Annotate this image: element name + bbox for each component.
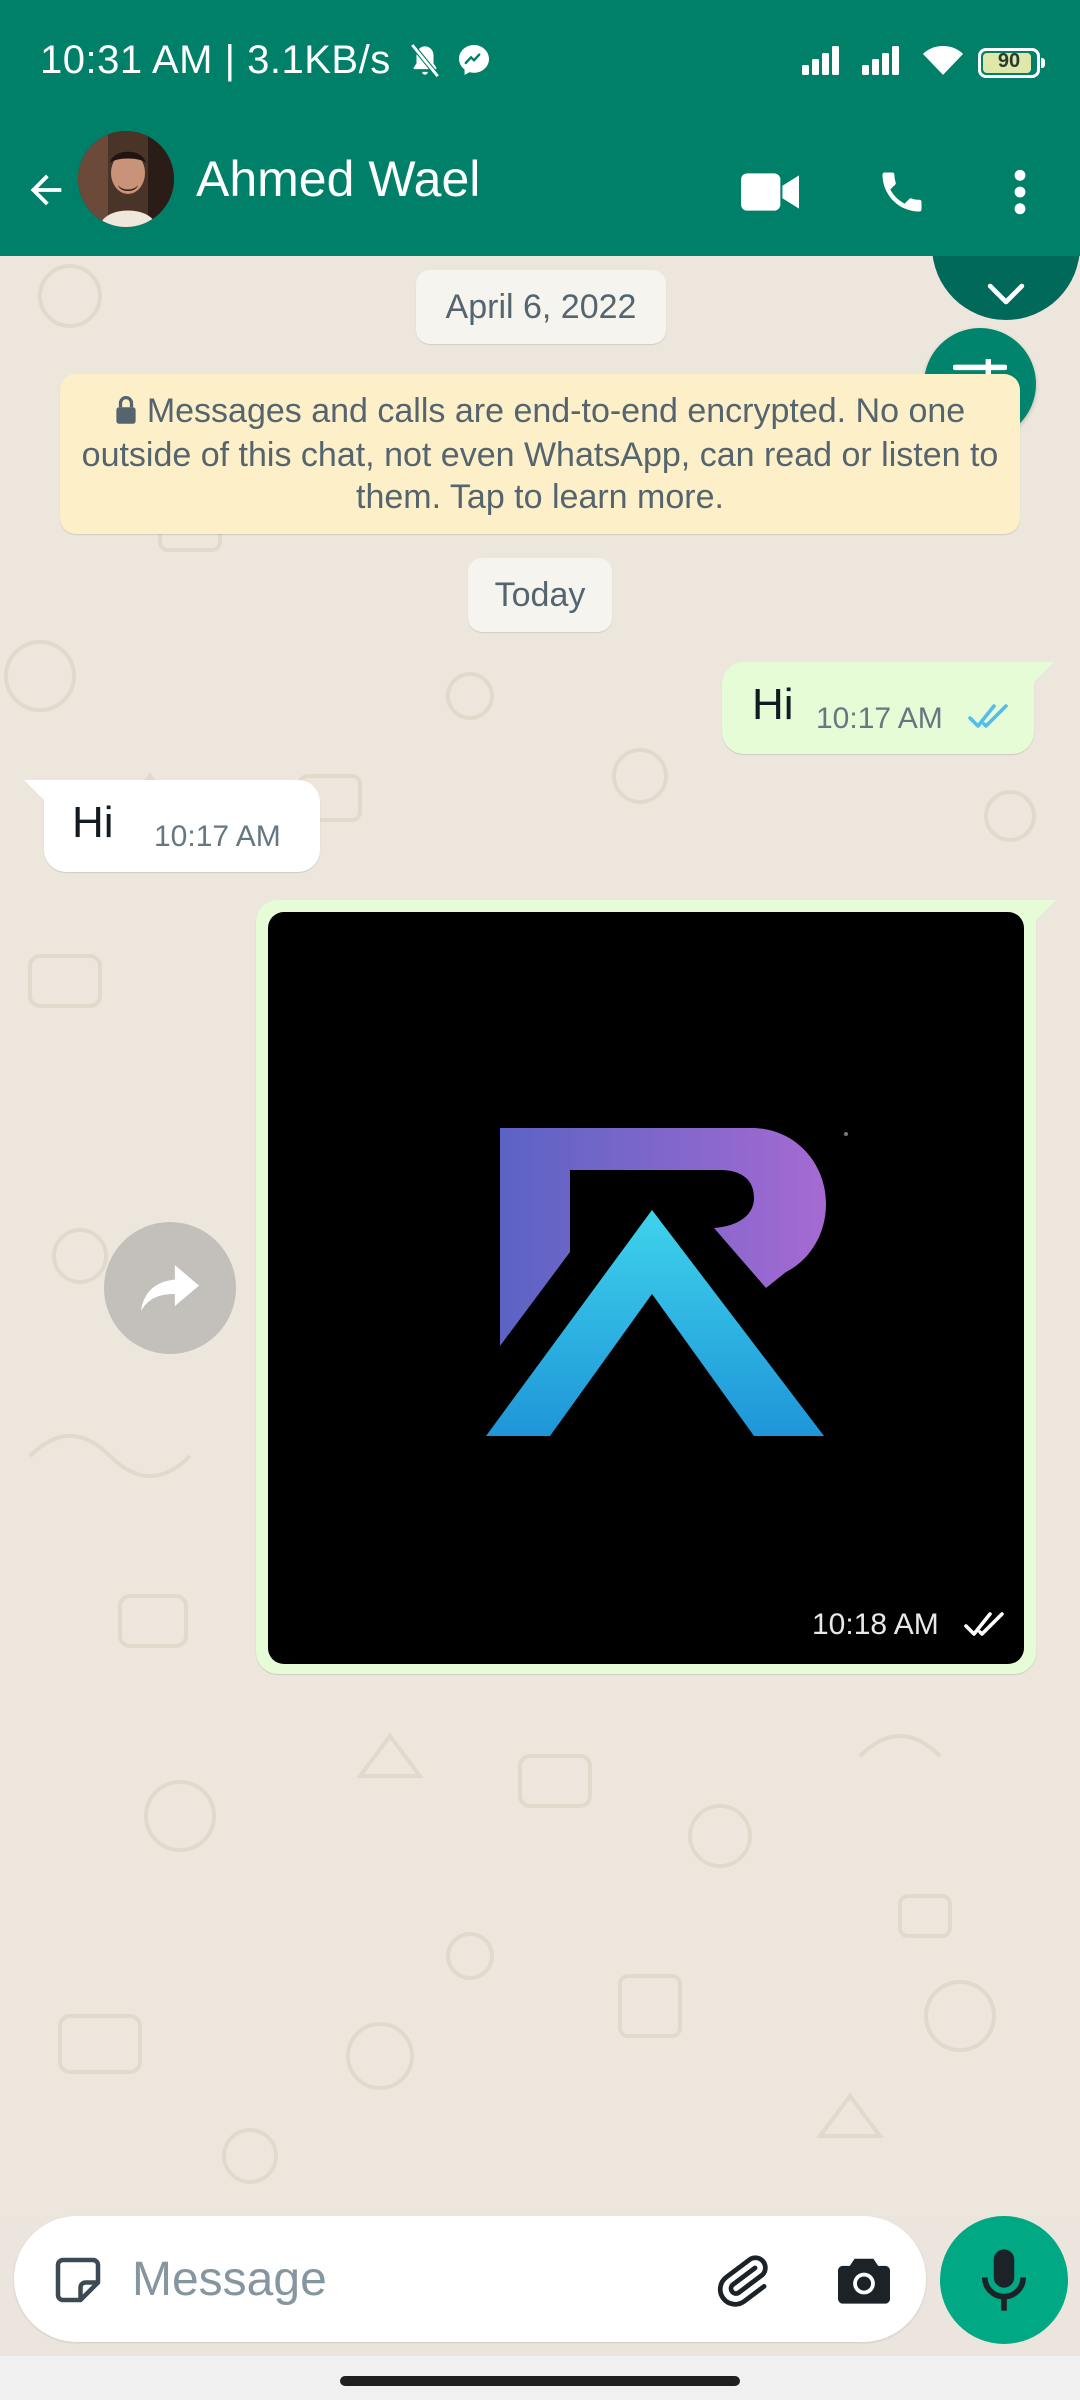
message-bubble-outgoing[interactable]: Hi 10:17 AM	[722, 662, 1054, 754]
contact-avatar[interactable]	[78, 131, 174, 227]
double-check-read-icon	[968, 704, 1012, 735]
mic-icon	[982, 2249, 1026, 2311]
forward-button[interactable]	[104, 1222, 236, 1354]
sticker-button[interactable]	[40, 2242, 116, 2318]
status-time: 10:31 AM | 3.1KB/s	[40, 38, 391, 82]
chevron-down-icon	[987, 283, 1025, 305]
more-vert-icon	[1014, 169, 1026, 215]
battery-icon: 90	[978, 47, 1045, 78]
message-text: Hi	[752, 680, 794, 729]
status-system-icons: 90	[802, 44, 1045, 81]
message-bubble-incoming[interactable]: Hi 10:17 AM	[24, 780, 320, 872]
battery-level: 90	[997, 49, 1021, 72]
more-options-button[interactable]	[980, 152, 1060, 232]
voice-message-button[interactable]	[940, 2216, 1068, 2344]
bell-muted-icon	[408, 42, 442, 87]
image-message-time: 10:18 AM	[812, 1608, 939, 1641]
system-nav-bar	[0, 2356, 1080, 2400]
date-separator: April 6, 2022	[416, 270, 666, 344]
chat-area[interactable]: April 6, 2022 Messages and calls are end…	[0, 256, 1080, 2216]
message-text: Hi	[72, 798, 114, 847]
lock-icon	[115, 392, 137, 434]
camera-button[interactable]	[826, 2242, 902, 2318]
wifi-icon	[922, 44, 964, 81]
chat-toolbar: Ahmed Wael	[0, 130, 1080, 256]
attach-button[interactable]	[704, 2242, 780, 2318]
message-input[interactable]	[132, 2246, 692, 2312]
attach-icon	[717, 2255, 768, 2307]
encryption-notice[interactable]: Messages and calls are end-to-end encryp…	[60, 374, 1020, 534]
back-button[interactable]	[16, 160, 76, 220]
voice-call-icon	[882, 172, 922, 212]
signal-icon	[802, 45, 848, 80]
image-attachment[interactable]: 10:18 AM	[268, 912, 1024, 1664]
message-composer	[14, 2216, 926, 2342]
messenger-icon	[456, 42, 492, 87]
logo-image	[486, 1128, 848, 1436]
voice-call-button[interactable]	[862, 152, 942, 232]
video-call-button[interactable]	[730, 152, 810, 232]
forward-icon	[141, 1265, 199, 1311]
sticker-icon	[55, 2257, 101, 2303]
today-separator: Today	[468, 558, 612, 632]
image-message[interactable]: 10:18 AM	[256, 900, 1056, 1674]
message-time: 10:17 AM	[816, 702, 943, 735]
video-call-icon	[741, 173, 799, 211]
contact-name[interactable]: Ahmed Wael	[196, 150, 480, 208]
app-header: 10:31 AM | 3.1KB/s 90 Ahmed Wael	[0, 0, 1080, 256]
camera-icon	[838, 2258, 890, 2304]
encryption-notice-text: Messages and calls are end-to-end encryp…	[81, 392, 999, 516]
double-check-icon	[964, 1612, 1008, 1643]
home-indicator[interactable]	[340, 2376, 740, 2386]
signal-icon	[862, 45, 908, 80]
arrow-left-icon	[30, 174, 62, 206]
status-notification-icons	[408, 42, 492, 87]
status-bar: 10:31 AM | 3.1KB/s 90	[0, 0, 1080, 130]
message-time: 10:17 AM	[154, 820, 281, 853]
